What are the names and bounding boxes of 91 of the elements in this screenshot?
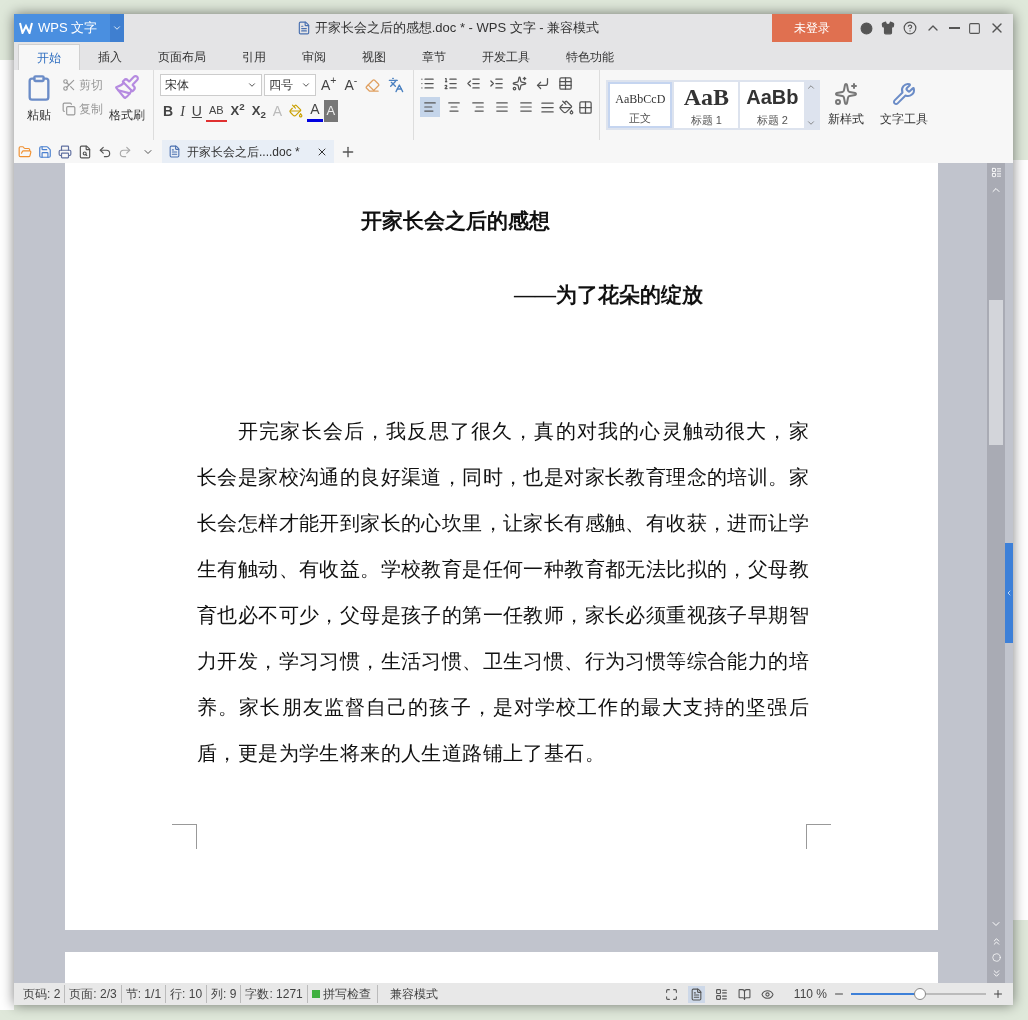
style-gallery-item[interactable]: AaB 标题 1 (674, 82, 739, 128)
paragraph: 开完家长会后，我反思了很久，真的对我的心灵触动很大，家长会是家校沟通的良好渠道，同时，也是对家长教育理念的培训。家长会怎样才能开到家长的心坎里，让家长有感触、有收获，进而让学生有触动、有收益。学校教育是任何一种教育都无法比拟的，父母教育也必不可少，父母是孩子的第一任教师，家长必须重视孩子早期智力开发，学习习惯，生活习惯、卫生习惯、行为习惯等综合能力的培养。家长朋友监督自己的孩子，是对学校工作的最大支持的坚强后盾，更是为学生将来的人生道路铺上了基石。 (197, 419, 809, 766)
ribbon-tab[interactable]: 页面布局 (140, 44, 224, 70)
paste-button[interactable]: 粘贴 (20, 74, 58, 124)
paragraph-mark-icon (535, 76, 551, 91)
side-panel-handle[interactable] (1005, 543, 1013, 643)
document-icon (296, 21, 311, 35)
shrink-font-button[interactable]: A$^{-}$ (341, 74, 361, 96)
style-gallery-item[interactable]: AaBb 标题 2 (740, 82, 805, 128)
document-icon (168, 145, 181, 158)
status-item: 节: 1/1 (125, 985, 167, 1003)
highlight-icon (289, 104, 304, 118)
shading-icon (559, 99, 575, 115)
new-style-button[interactable]: 新样式 (828, 82, 865, 128)
scissors-icon (62, 78, 76, 92)
font-size-field[interactable]: 四号 (264, 74, 316, 96)
ribbon-tab[interactable]: 章节 (404, 44, 464, 70)
ribbon-tab[interactable]: 引用 (224, 44, 284, 70)
style-gallery-item[interactable]: AaBbCcD 正文 (608, 82, 673, 128)
font-name-field[interactable]: 宋体 (160, 74, 262, 96)
margin-mark (806, 824, 831, 849)
ribbon-tab[interactable]: 插入 (80, 44, 140, 70)
split-icon (990, 167, 1002, 178)
window-title: 开家长会之后的感想.doc * - WPS 文字 - 兼容模式 (314, 19, 600, 38)
increase-indent-icon (489, 76, 505, 91)
scrollbar-thumb[interactable] (989, 300, 1003, 445)
zoom-percentage: 110 % (793, 986, 827, 1003)
skin-icon (860, 21, 873, 35)
zoom-in-icon (992, 988, 1004, 1000)
bold-button[interactable]: B (160, 100, 177, 122)
table-icon (558, 76, 574, 91)
logo-icon (19, 22, 33, 34)
status-item: 字数: 1271 (245, 985, 308, 1003)
shirt-icon (881, 21, 895, 35)
outline-view-icon (714, 987, 728, 1001)
ribbon-tab[interactable]: 视图 (344, 44, 404, 70)
char-shading-button[interactable]: A (323, 100, 339, 122)
bullet-list-icon (420, 76, 436, 91)
copy-icon (62, 102, 76, 116)
ribbon-tab[interactable]: 特色功能 (548, 44, 632, 70)
redo-icon (118, 144, 132, 159)
line-spacing-icon (540, 99, 556, 115)
phonetic-guide-icon (388, 77, 405, 93)
underline-button[interactable]: U (188, 100, 205, 122)
ribbon-tab[interactable]: 开始 (18, 44, 80, 70)
align-left-icon[interactable] (420, 97, 441, 117)
status-item: 列: 9 (211, 985, 242, 1003)
help-icon (903, 21, 917, 35)
wrench-icon (892, 82, 917, 106)
caret-icon (301, 80, 311, 90)
decrease-indent-icon (466, 76, 482, 91)
reading-view-icon (737, 987, 751, 1001)
status-item: 页码: 2 (23, 985, 66, 1003)
print-icon (58, 144, 72, 159)
margin-mark (172, 824, 197, 849)
status-item: 页面: 2/3 (69, 985, 122, 1003)
full-screen-icon (664, 987, 678, 1001)
format-painter-button[interactable]: 格式刷 (107, 74, 147, 124)
page-view-icon (689, 987, 703, 1001)
undo-icon (98, 144, 112, 159)
grow-font-button[interactable]: A$^{+}$ (318, 74, 340, 96)
clear-format-icon (365, 77, 381, 93)
save-icon (38, 144, 52, 159)
open-icon (18, 144, 32, 159)
strikethrough-button[interactable]: AB (205, 100, 227, 122)
text-size-icon (512, 76, 528, 91)
italic-button[interactable]: I (177, 100, 188, 122)
scroll-up-icon (806, 82, 817, 92)
subscript-button[interactable]: X$_{2}$ (248, 100, 269, 122)
protect-view-icon (760, 987, 774, 1001)
borders-icon (578, 99, 594, 115)
caret-icon (247, 80, 257, 90)
print-preview-icon (78, 144, 92, 159)
text-tools-button[interactable]: 文字工具 (880, 82, 929, 128)
numbered-list-icon (443, 76, 459, 91)
maximize-icon (968, 21, 981, 35)
document-subtitle: ——为了花朵的绽放 (514, 281, 704, 309)
brush-icon (114, 74, 140, 100)
ribbon-tab[interactable]: 审阅 (284, 44, 344, 70)
superscript-button[interactable]: X$^{2}$ (227, 100, 248, 122)
spell-check-status[interactable]: 拼写检查 (311, 985, 378, 1003)
sparkle-icon (834, 82, 859, 106)
browse-object-icon (991, 953, 1001, 962)
ribbon-tab[interactable]: 开发工具 (464, 44, 548, 70)
caret-icon (112, 23, 122, 33)
scroll-down-icon (806, 118, 817, 128)
compatibility-mode: 兼容模式 (389, 986, 438, 1003)
status-item: 行: 10 (170, 985, 208, 1003)
zoom-slider[interactable] (851, 988, 986, 1000)
document-title: 开家长会之后的感想 (361, 208, 551, 235)
document-tab[interactable]: 开家长会之后....doc * (162, 140, 334, 163)
